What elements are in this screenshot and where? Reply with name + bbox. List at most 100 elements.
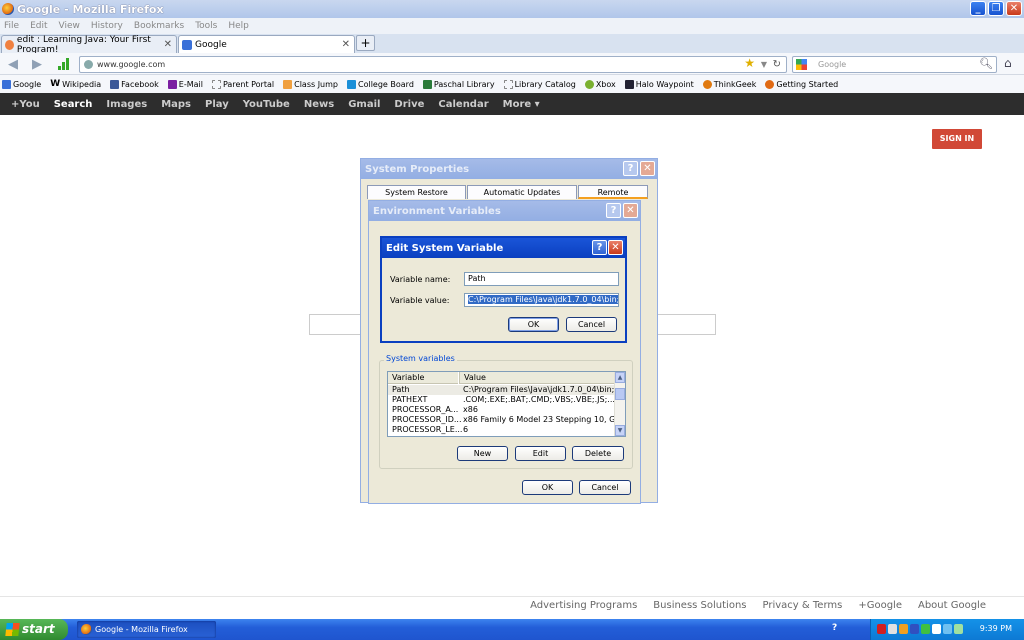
gbar-maps[interactable]: Maps bbox=[161, 99, 191, 110]
sign-in-button[interactable]: SIGN IN bbox=[932, 129, 982, 149]
bookmark-class-jump[interactable]: Class Jump bbox=[283, 79, 338, 89]
start-button[interactable]: start bbox=[0, 619, 68, 640]
menu-view[interactable]: View bbox=[59, 21, 80, 31]
scroll-down-icon[interactable]: ▼ bbox=[615, 425, 625, 436]
table-row[interactable]: PROCESSOR_LE... 6 bbox=[388, 425, 616, 435]
help-button[interactable]: ? bbox=[592, 240, 607, 255]
menu-file[interactable]: File bbox=[4, 21, 19, 31]
forward-icon[interactable]: ▶ bbox=[32, 57, 42, 72]
bookmark-library-catalog[interactable]: Library Catalog bbox=[503, 79, 576, 89]
home-icon[interactable]: ⌂ bbox=[1004, 56, 1012, 70]
gbar-youtube[interactable]: YouTube bbox=[243, 99, 290, 110]
edit-button[interactable]: Edit bbox=[515, 446, 566, 461]
menu-help[interactable]: Help bbox=[228, 21, 249, 31]
menu-history[interactable]: History bbox=[91, 21, 123, 31]
table-row[interactable]: PROCESSOR_A... x86 bbox=[388, 405, 616, 415]
system-variables-list[interactable]: Variable Value Path C:\Program Files\Jav… bbox=[387, 371, 626, 437]
magnifier-icon[interactable]: 🔍︎ bbox=[979, 56, 993, 71]
cancel-button[interactable]: Cancel bbox=[579, 480, 631, 495]
wifi-icon[interactable] bbox=[954, 624, 963, 634]
close-button[interactable]: ✕ bbox=[1006, 1, 1022, 16]
gbar-play[interactable]: Play bbox=[205, 99, 229, 110]
column-header-variable[interactable]: Variable bbox=[388, 372, 458, 384]
close-tab-icon[interactable]: ✕ bbox=[164, 39, 172, 50]
gbar-drive[interactable]: Drive bbox=[394, 99, 424, 110]
table-row[interactable]: PROCESSOR_ID... x86 Family 6 Model 23 St… bbox=[388, 415, 625, 425]
close-button[interactable]: ✕ bbox=[623, 203, 638, 218]
adobe-icon[interactable] bbox=[877, 624, 886, 634]
volume-icon[interactable] bbox=[943, 624, 952, 634]
bookmark-halo-waypoint[interactable]: Halo Waypoint bbox=[624, 79, 694, 89]
close-button[interactable]: ✕ bbox=[608, 240, 623, 255]
menu-bookmarks[interactable]: Bookmarks bbox=[134, 21, 184, 31]
footer-business[interactable]: Business Solutions bbox=[653, 600, 746, 611]
reload-icon[interactable]: ↻ bbox=[773, 57, 781, 72]
footer-privacy[interactable]: Privacy & Terms bbox=[763, 600, 843, 611]
bookmark-thinkgeek[interactable]: ThinkGeek bbox=[702, 79, 756, 89]
cancel-button[interactable]: Cancel bbox=[566, 317, 617, 332]
bookmark-xbox[interactable]: Xbox bbox=[584, 79, 616, 89]
variable-value-field[interactable]: C:\Program Files\Java\jdk1.7.0_04\bin;%S bbox=[464, 293, 619, 307]
column-header-value[interactable]: Value bbox=[459, 372, 616, 384]
new-button[interactable]: New bbox=[457, 446, 508, 461]
gbar-more[interactable]: More ▾ bbox=[503, 99, 540, 110]
delete-button[interactable]: Delete bbox=[572, 446, 624, 461]
tab-system-restore[interactable]: System Restore bbox=[367, 185, 466, 199]
bookmark-email[interactable]: E-Mail bbox=[167, 79, 203, 89]
scroll-thumb[interactable] bbox=[615, 388, 625, 400]
table-row[interactable]: PATHEXT .COM;.EXE;.BAT;.CMD;.VBS;.VBE;.J… bbox=[388, 395, 616, 405]
ok-button[interactable]: OK bbox=[508, 317, 559, 332]
scroll-up-icon[interactable]: ▲ bbox=[615, 372, 625, 383]
gbar-gmail[interactable]: Gmail bbox=[348, 99, 380, 110]
signal-icon[interactable] bbox=[921, 624, 930, 634]
list-scrollbar[interactable]: ▲ ▼ bbox=[614, 372, 625, 436]
close-button[interactable]: ✕ bbox=[640, 161, 655, 176]
tab-automatic-updates[interactable]: Automatic Updates bbox=[467, 185, 577, 199]
search-bar[interactable]: Google 🔍︎ bbox=[792, 56, 997, 73]
variable-name-field[interactable]: Path bbox=[464, 272, 619, 286]
tab-remote[interactable]: Remote bbox=[578, 185, 648, 199]
bookmark-facebook[interactable]: Facebook bbox=[110, 79, 159, 89]
tab-google[interactable]: Google ✕ bbox=[178, 35, 355, 53]
url-bar[interactable]: www.google.com ★ ▼ ↻ bbox=[79, 56, 787, 73]
clock[interactable]: 9:39 PM bbox=[980, 624, 1012, 633]
minimize-button[interactable]: _ bbox=[970, 1, 986, 16]
bookmark-wikipedia[interactable]: W Wikipedia bbox=[50, 79, 101, 89]
menu-tools[interactable]: Tools bbox=[195, 21, 217, 31]
help-button[interactable]: ? bbox=[606, 203, 621, 218]
close-tab-icon[interactable]: ✕ bbox=[342, 39, 350, 50]
gbar-news[interactable]: News bbox=[304, 99, 334, 110]
bookmark-getting-started[interactable]: Getting Started bbox=[765, 79, 838, 89]
url-text: www.google.com bbox=[97, 60, 166, 69]
bookmark-google[interactable]: Google bbox=[2, 79, 41, 89]
table-row[interactable]: Path C:\Program Files\Java\jdk1.7.0_04\b… bbox=[388, 385, 622, 395]
maximize-button[interactable]: ❐ bbox=[988, 1, 1004, 16]
dropdown-icon[interactable]: ▼ bbox=[761, 57, 767, 72]
ok-button[interactable]: OK bbox=[522, 480, 573, 495]
gbar-plus-you[interactable]: +You bbox=[11, 99, 40, 110]
footer-advertising[interactable]: Advertising Programs bbox=[530, 600, 637, 611]
new-tab-button[interactable]: + bbox=[356, 35, 375, 51]
footer-plus-google[interactable]: +Google bbox=[858, 600, 902, 611]
menu-edit[interactable]: Edit bbox=[30, 21, 47, 31]
bookmark-star-icon[interactable]: ★ bbox=[744, 56, 755, 71]
bookmark-college-board[interactable]: College Board bbox=[347, 79, 414, 89]
bookmark-paschal-library[interactable]: Paschal Library bbox=[422, 79, 495, 89]
help-icon[interactable]: ? bbox=[832, 623, 837, 633]
footer-about[interactable]: About Google bbox=[918, 600, 986, 611]
start-label: start bbox=[22, 622, 55, 636]
gbar-search[interactable]: Search bbox=[54, 99, 93, 110]
taskbar-item-firefox[interactable]: Google - Mozilla Firefox bbox=[77, 621, 216, 638]
back-icon[interactable]: ◀ bbox=[8, 57, 18, 72]
bookmark-parent-portal[interactable]: Parent Portal bbox=[211, 79, 274, 89]
java-icon[interactable] bbox=[899, 624, 908, 634]
help-button[interactable]: ? bbox=[623, 161, 638, 176]
google-bar: +You Search Images Maps Play YouTube New… bbox=[0, 93, 1024, 115]
tab-learning-java[interactable]: edit : Learning Java: Your First Program… bbox=[1, 35, 177, 55]
gbar-calendar[interactable]: Calendar bbox=[438, 99, 488, 110]
tab-strip: edit : Learning Java: Your First Program… bbox=[0, 34, 1024, 55]
network-icon[interactable] bbox=[888, 624, 897, 634]
shield-icon[interactable] bbox=[910, 624, 919, 634]
gbar-images[interactable]: Images bbox=[106, 99, 147, 110]
chat-icon[interactable] bbox=[932, 624, 941, 634]
